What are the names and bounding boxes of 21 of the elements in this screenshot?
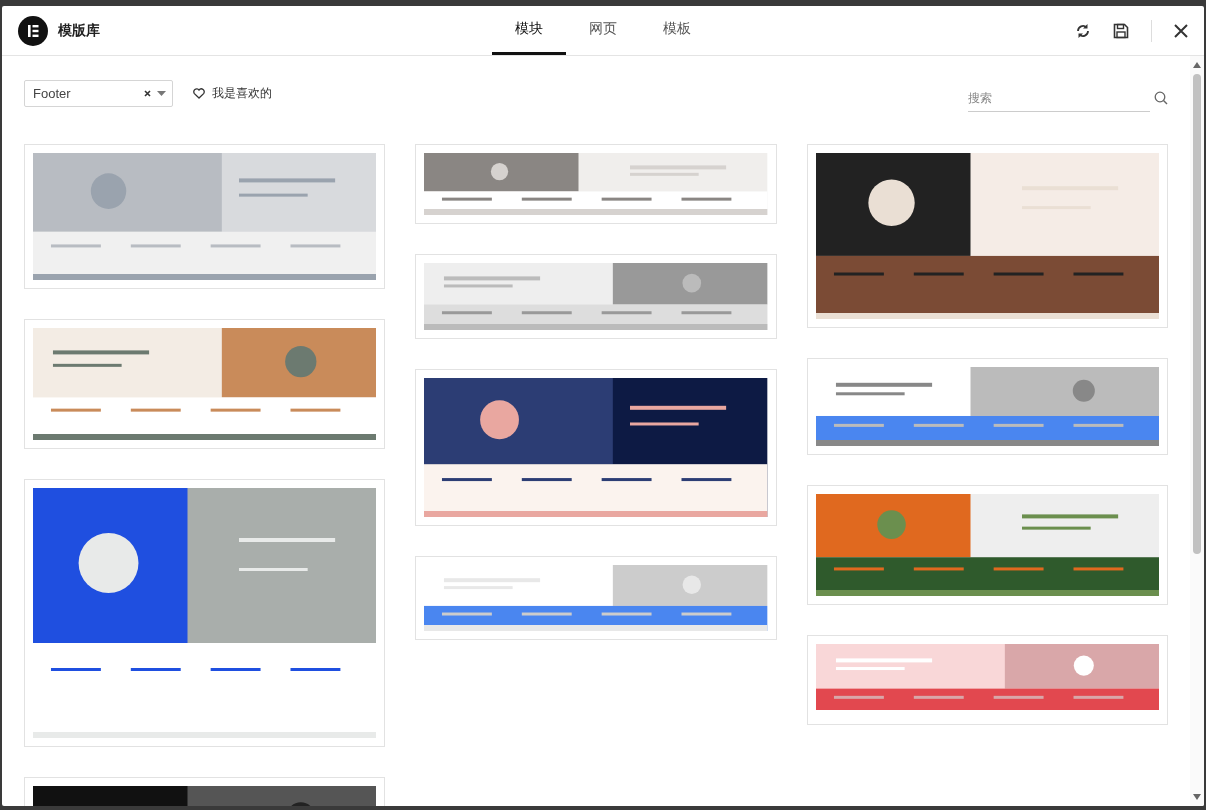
- library-title: 模版库: [58, 21, 100, 40]
- template-card[interactable]: [806, 485, 1168, 605]
- template-card[interactable]: [415, 369, 777, 526]
- caret-icon: [157, 90, 166, 96]
- search-icon: [1154, 91, 1168, 105]
- tab[interactable]: 网页: [566, 6, 640, 55]
- close-icon[interactable]: [1174, 23, 1188, 38]
- heart-icon: [193, 87, 205, 99]
- clear-icon[interactable]: [144, 89, 151, 97]
- category-select[interactable]: Footer: [24, 79, 173, 107]
- logo-icon: [18, 15, 48, 46]
- sync-icon[interactable]: [1075, 21, 1091, 40]
- scroll-thumb[interactable]: [1193, 74, 1201, 554]
- scroll-up-icon[interactable]: [1193, 62, 1201, 68]
- save-icon[interactable]: [1113, 22, 1129, 39]
- favorites-filter[interactable]: 我是喜欢的: [193, 84, 272, 102]
- scrollbar[interactable]: [1190, 56, 1204, 806]
- scroll-down-icon[interactable]: [1193, 794, 1201, 800]
- tab[interactable]: 模块: [492, 6, 566, 55]
- tab[interactable]: 模板: [640, 6, 714, 55]
- search-field[interactable]: 搜索: [968, 84, 1150, 112]
